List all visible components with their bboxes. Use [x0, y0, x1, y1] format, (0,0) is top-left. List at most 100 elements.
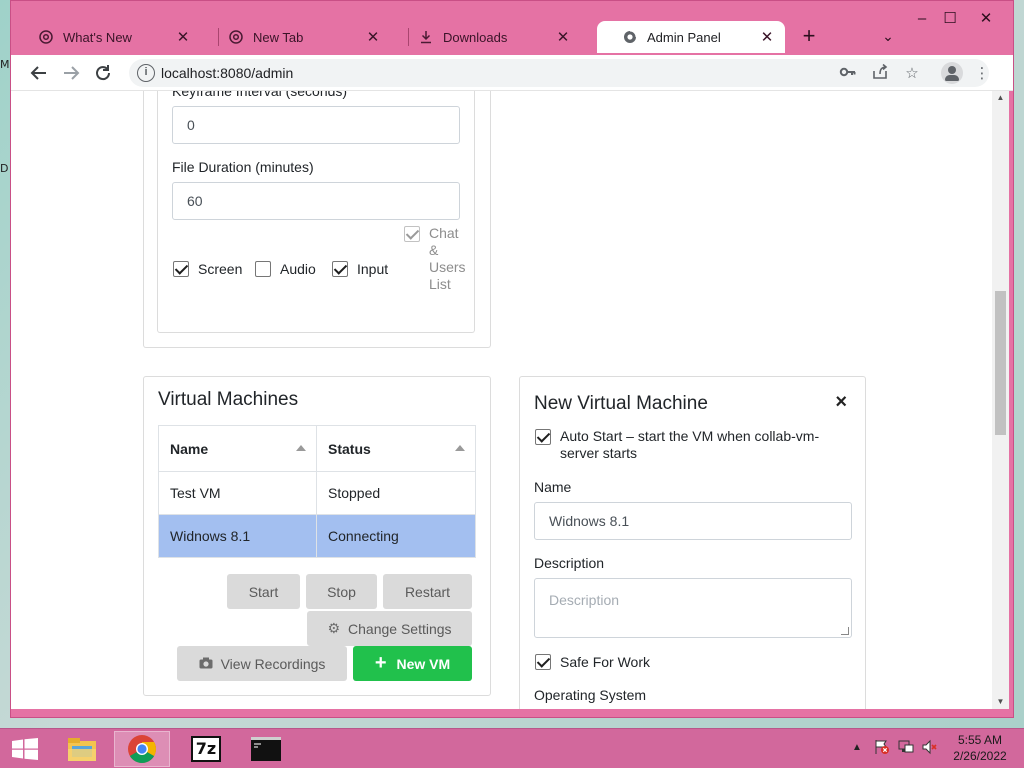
- chat-users-list-label: Chat & Users List: [429, 225, 466, 292]
- close-tab-icon[interactable]: ✕: [365, 28, 381, 46]
- new-vm-card: New Virtual Machine × Auto Start – start…: [519, 376, 866, 709]
- network-icon[interactable]: [898, 739, 914, 758]
- chrome-icon: [229, 30, 243, 44]
- tab-label: New Tab: [253, 29, 304, 45]
- gear-icon: ⚙: [327, 620, 341, 636]
- address-bar[interactable]: i localhost:8080/admin ☆ ⋮: [129, 59, 990, 87]
- forward-arrow-icon[interactable]: [59, 61, 83, 85]
- change-settings-button[interactable]: ⚙ Change Settings: [307, 611, 472, 646]
- new-vm-label: New VM: [396, 655, 451, 672]
- safe-for-work-checkbox[interactable]: [535, 654, 551, 670]
- tab-search-chevron-icon[interactable]: ⌄: [877, 25, 899, 47]
- description-textarea[interactable]: Description: [534, 578, 852, 638]
- operating-system-label: Operating System: [534, 687, 647, 703]
- reload-icon[interactable]: [91, 61, 115, 85]
- view-recordings-button[interactable]: View Recordings: [177, 646, 347, 681]
- view-recordings-label: View Recordings: [220, 655, 326, 672]
- tab-downloads[interactable]: Downloads ✕: [393, 21, 581, 53]
- command-prompt-icon[interactable]: [238, 731, 294, 767]
- scroll-up-arrow-icon[interactable]: ▲: [992, 91, 1009, 105]
- sort-asc-icon[interactable]: [296, 445, 306, 451]
- windows-start-icon[interactable]: [12, 738, 38, 760]
- key-icon[interactable]: [837, 63, 859, 85]
- vm-status-cell[interactable]: Connecting: [316, 514, 476, 558]
- tab-label: Downloads: [443, 29, 508, 45]
- vm-name-cell[interactable]: Test VM: [158, 471, 317, 515]
- share-icon[interactable]: [869, 63, 891, 85]
- virtual-machines-card: Virtual Machines Name Status Test VM Sto…: [143, 376, 491, 696]
- tab-whats-new[interactable]: What's New ✕: [13, 21, 201, 53]
- audio-checkbox[interactable]: [255, 261, 271, 277]
- auto-start-checkbox[interactable]: [535, 429, 551, 445]
- vm-name-cell[interactable]: Widnows 8.1: [158, 514, 317, 558]
- browser-toolbar: i localhost:8080/admin ☆ ⋮: [11, 55, 1013, 91]
- vm-table: Name Status Test VM Stopped Widnows 8.1 …: [158, 425, 476, 558]
- action-center-flag-icon[interactable]: [874, 739, 890, 758]
- restart-button[interactable]: Restart: [383, 574, 472, 609]
- virtual-machines-title: Virtual Machines: [158, 389, 299, 410]
- close-icon[interactable]: ×: [835, 391, 847, 414]
- page-scrollbar[interactable]: ▲ ▼: [992, 91, 1009, 709]
- menu-kebab-icon[interactable]: ⋮: [971, 63, 993, 85]
- new-vm-title: New Virtual Machine: [534, 393, 708, 414]
- page-content: Keyframe Interval (seconds) 0 File Durat…: [11, 91, 992, 709]
- bookmark-star-icon[interactable]: ☆: [901, 63, 923, 85]
- show-hidden-icons-chevron-icon[interactable]: ▲: [852, 742, 862, 753]
- keyframe-interval-label: Keyframe Interval (seconds): [172, 91, 348, 99]
- plus-icon: +: [374, 652, 387, 674]
- close-tab-icon[interactable]: ✕: [555, 28, 571, 46]
- column-header-status[interactable]: Status: [316, 425, 476, 472]
- column-header-name[interactable]: Name: [158, 425, 317, 472]
- start-button[interactable]: Start: [227, 574, 300, 609]
- file-explorer-icon[interactable]: [54, 731, 110, 767]
- keyframe-interval-input[interactable]: 0: [172, 106, 460, 144]
- file-duration-input[interactable]: 60: [172, 182, 460, 220]
- camera-icon: [199, 656, 213, 672]
- screen-checkbox-label: Screen: [198, 261, 243, 277]
- globe-icon: [624, 30, 637, 43]
- tab-label: What's New: [63, 29, 132, 45]
- audio-checkbox-label: Audio: [280, 261, 316, 277]
- file-duration-label: File Duration (minutes): [172, 159, 314, 175]
- recording-settings-inner-panel: Keyframe Interval (seconds) 0 File Durat…: [157, 91, 475, 333]
- scroll-down-arrow-icon[interactable]: ▼: [992, 695, 1009, 709]
- description-placeholder: Description: [549, 592, 620, 608]
- maximize-button[interactable]: ☐: [935, 9, 965, 29]
- profile-avatar[interactable]: [941, 62, 963, 84]
- input-checkbox[interactable]: [332, 261, 348, 277]
- 7zip-icon[interactable]: 7z: [178, 731, 234, 767]
- new-tab-button[interactable]: +: [797, 25, 821, 49]
- volume-muted-icon[interactable]: [922, 739, 938, 758]
- new-vm-button[interactable]: + New VM: [353, 646, 472, 681]
- table-row-selected[interactable]: Widnows 8.1 Connecting: [158, 514, 476, 558]
- table-row[interactable]: Test VM Stopped: [158, 471, 476, 515]
- system-clock[interactable]: 5:55 AM 2/26/2022: [952, 732, 1008, 764]
- chat-users-list-checkbox: [404, 226, 420, 242]
- description-label: Description: [534, 555, 605, 571]
- tab-strip: What's New ✕ New Tab ✕ Downloads ✕ Admin…: [11, 1, 1013, 55]
- name-label: Name: [534, 479, 572, 495]
- clock-date: 2/26/2022: [953, 749, 1007, 763]
- close-tab-icon[interactable]: ✕: [175, 28, 191, 46]
- minimize-button[interactable]: –: [907, 9, 937, 29]
- scrollbar-thumb[interactable]: [995, 291, 1006, 435]
- close-window-button[interactable]: ✕: [971, 9, 1001, 29]
- change-settings-label: Change Settings: [348, 620, 452, 637]
- back-arrow-icon[interactable]: [27, 61, 51, 85]
- tab-new-tab[interactable]: New Tab ✕: [203, 21, 391, 53]
- safe-for-work-label: Safe For Work: [560, 654, 650, 670]
- chrome-icon[interactable]: [114, 731, 170, 767]
- sort-asc-icon[interactable]: [455, 445, 465, 451]
- stop-button[interactable]: Stop: [306, 574, 377, 609]
- tab-admin-panel[interactable]: Admin Panel ✕: [597, 21, 785, 53]
- resize-handle-icon[interactable]: [841, 627, 849, 635]
- taskbar: 7z ▲ 5:55 AM 2/26/2022: [0, 728, 1024, 768]
- site-info-icon[interactable]: i: [137, 64, 155, 82]
- close-tab-icon[interactable]: ✕: [759, 28, 775, 46]
- screen-checkbox[interactable]: [173, 261, 189, 277]
- vm-name-input[interactable]: Widnows 8.1: [534, 502, 852, 540]
- address-url[interactable]: localhost:8080/admin: [161, 65, 293, 81]
- vm-status-cell[interactable]: Stopped: [316, 471, 476, 515]
- clock-time: 5:55 AM: [957, 733, 1003, 747]
- tab-label: Admin Panel: [647, 29, 721, 45]
